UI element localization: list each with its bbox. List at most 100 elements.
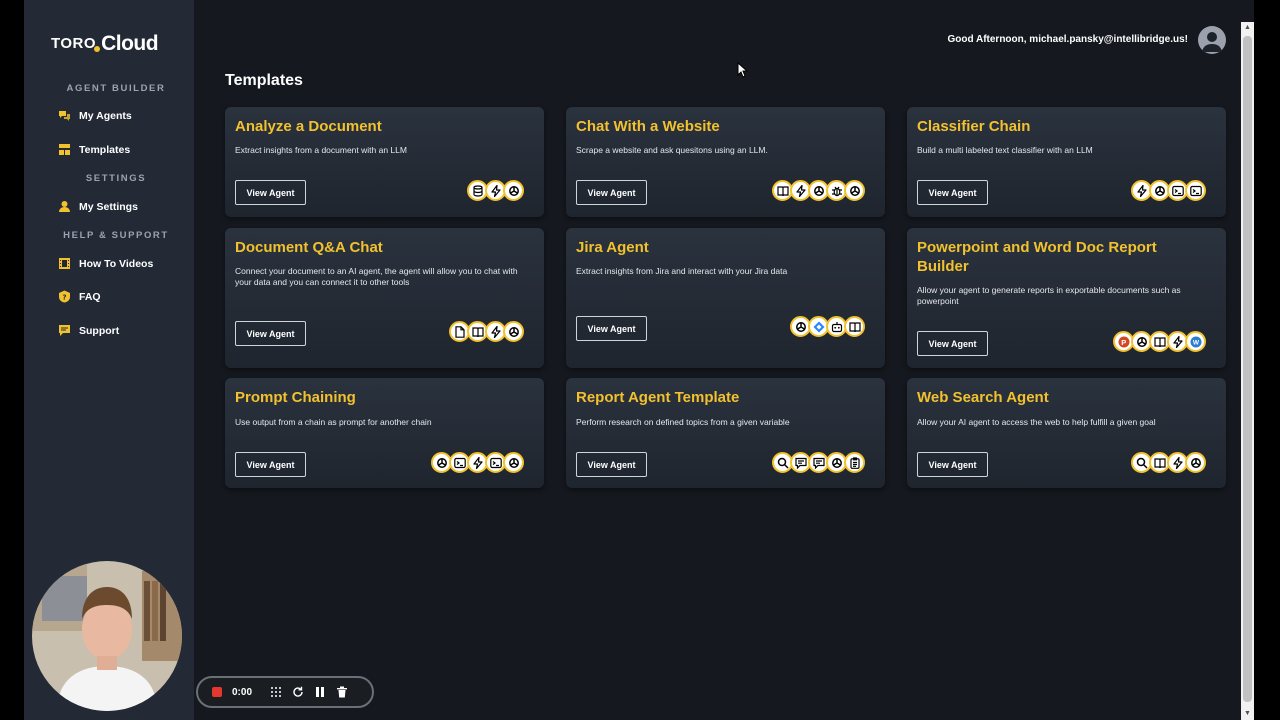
card-title: Web Search Agent bbox=[917, 389, 1049, 406]
sidebar-item-label: My Settings bbox=[79, 200, 138, 213]
card-title: Analyze a Document bbox=[235, 118, 382, 135]
template-card-web-search-agent: Web Search Agent Allow your AI agent to … bbox=[907, 378, 1226, 488]
template-card-jira-agent: Jira Agent Extract insights from Jira an… bbox=[566, 228, 885, 368]
pause-icon[interactable] bbox=[314, 686, 326, 698]
card-title: Jira Agent bbox=[576, 239, 649, 256]
vertical-scrollbar[interactable]: ▲ ▼ bbox=[1241, 22, 1254, 720]
sidebar-item-templates[interactable]: Templates bbox=[58, 143, 130, 156]
openai-icon bbox=[503, 452, 524, 473]
card-integration-icons bbox=[1131, 180, 1206, 201]
openai-icon bbox=[844, 180, 865, 201]
user-avatar[interactable] bbox=[1198, 26, 1226, 54]
template-card-report-agent: Report Agent Template Perform research o… bbox=[566, 378, 885, 488]
template-card-document-qa-chat: Document Q&A Chat Connect your document … bbox=[225, 228, 544, 368]
card-title: Classifier Chain bbox=[917, 118, 1031, 135]
window-edge-left bbox=[0, 0, 24, 720]
section-title-settings: SETTINGS bbox=[85, 173, 147, 184]
template-card-chat-with-website: Chat With a Website Scrape a website and… bbox=[566, 107, 885, 217]
grid-dots-icon[interactable] bbox=[270, 686, 282, 698]
card-description: Allow your agent to generate reports in … bbox=[917, 285, 1181, 306]
card-title: Powerpoint and Word Doc Report Builder bbox=[917, 239, 1157, 275]
svg-text:P: P bbox=[1121, 337, 1126, 346]
card-description: Connect your document to an AI agent, th… bbox=[235, 266, 518, 287]
view-agent-button[interactable]: View Agent bbox=[917, 331, 988, 356]
card-description: Scrape a website and ask quesitons using… bbox=[576, 145, 768, 155]
sidebar-item-label: My Agents bbox=[79, 109, 132, 122]
sidebar-item-my-settings[interactable]: My Settings bbox=[58, 200, 138, 213]
openai-icon bbox=[1185, 452, 1206, 473]
card-description: Build a multi labeled text classifier wi… bbox=[917, 145, 1093, 155]
section-title-agent-builder: AGENT BUILDER bbox=[66, 83, 166, 94]
logo-toro-text: TORO bbox=[51, 35, 97, 52]
sidebar-item-label: Templates bbox=[79, 143, 131, 156]
greeting-text: Good Afternoon, michael.pansky@intellibr… bbox=[947, 34, 1188, 45]
card-description: Perform research on defined topics from … bbox=[576, 417, 790, 427]
sidebar-item-how-to-videos[interactable]: How To Videos bbox=[58, 257, 153, 270]
restart-icon[interactable] bbox=[292, 686, 304, 698]
sidebar-item-support[interactable]: Support bbox=[58, 324, 119, 337]
page-title: Templates bbox=[225, 72, 303, 89]
recording-timer: 0:00 bbox=[232, 686, 253, 698]
terminal-icon bbox=[1185, 180, 1206, 201]
support-chat-icon bbox=[58, 324, 71, 337]
openai-icon bbox=[503, 321, 524, 342]
book-icon bbox=[844, 316, 865, 337]
presenter-video bbox=[32, 561, 182, 711]
webcam-overlay bbox=[32, 561, 182, 711]
view-agent-button[interactable]: View Agent bbox=[576, 452, 647, 477]
sidebar-item-label: Support bbox=[79, 324, 120, 337]
view-agent-button[interactable]: View Agent bbox=[235, 180, 306, 205]
template-card-analyze-document: Analyze a Document Extract insights from… bbox=[225, 107, 544, 217]
card-integration-icons bbox=[431, 452, 524, 473]
view-agent-button[interactable]: View Agent bbox=[917, 180, 988, 205]
card-integration-icons bbox=[449, 321, 524, 342]
word-icon: W bbox=[1185, 331, 1206, 352]
scroll-down-arrow-icon[interactable]: ▼ bbox=[1241, 708, 1254, 720]
mouse-cursor-icon bbox=[737, 62, 749, 78]
trash-icon[interactable] bbox=[336, 686, 348, 698]
question-shield-icon: ? bbox=[58, 290, 71, 303]
scroll-up-arrow-icon[interactable]: ▲ bbox=[1241, 22, 1254, 34]
card-description: Allow your AI agent to access the web to… bbox=[917, 417, 1156, 427]
card-title: Prompt Chaining bbox=[235, 389, 356, 406]
card-description: Use output from a chain as prompt for an… bbox=[235, 417, 432, 427]
card-title: Document Q&A Chat bbox=[235, 239, 383, 256]
template-card-classifier-chain: Classifier Chain Build a multi labeled t… bbox=[907, 107, 1226, 217]
card-integration-icons bbox=[1131, 452, 1206, 473]
person-icon bbox=[1202, 32, 1222, 52]
card-integration-icons bbox=[772, 452, 865, 473]
card-integration-icons: PW bbox=[1113, 331, 1206, 352]
view-agent-button[interactable]: View Agent bbox=[576, 316, 647, 341]
template-card-prompt-chaining: Prompt Chaining Use output from a chain … bbox=[225, 378, 544, 488]
sidebar-item-faq[interactable]: ? FAQ bbox=[58, 290, 101, 303]
toro-cloud-logo[interactable]: TORO Cloud bbox=[51, 30, 159, 56]
scrollbar-thumb[interactable] bbox=[1243, 36, 1252, 702]
openai-icon bbox=[503, 180, 524, 201]
view-agent-button[interactable]: View Agent bbox=[235, 321, 306, 346]
view-agent-button[interactable]: View Agent bbox=[917, 452, 988, 477]
svg-text:W: W bbox=[1192, 339, 1199, 346]
card-title: Report Agent Template bbox=[576, 389, 740, 406]
card-integration-icons bbox=[790, 316, 865, 337]
record-stop-button[interactable] bbox=[212, 687, 222, 697]
card-title: Chat With a Website bbox=[576, 118, 720, 135]
user-icon bbox=[58, 200, 71, 213]
logo-dot bbox=[94, 46, 101, 52]
chat-bubbles-icon bbox=[58, 109, 71, 122]
clipboard-icon bbox=[844, 452, 865, 473]
svg-text:?: ? bbox=[62, 294, 66, 302]
card-description: Extract insights from Jira and interact … bbox=[576, 266, 788, 276]
card-integration-icons bbox=[772, 180, 865, 201]
card-description: Extract insights from a document with an… bbox=[235, 145, 407, 155]
templates-icon bbox=[58, 143, 71, 156]
logo-cloud-text: Cloud bbox=[101, 32, 159, 55]
section-title-help-support: HELP & SUPPORT bbox=[63, 230, 169, 241]
screen-recorder-controls: 0:00 bbox=[196, 676, 374, 708]
sidebar-item-label: FAQ bbox=[79, 290, 101, 303]
sidebar-item-label: How To Videos bbox=[79, 257, 154, 270]
view-agent-button[interactable]: View Agent bbox=[235, 452, 306, 477]
window-edge-right bbox=[1254, 0, 1280, 720]
view-agent-button[interactable]: View Agent bbox=[576, 180, 647, 205]
sidebar-item-my-agents[interactable]: My Agents bbox=[58, 109, 132, 122]
card-integration-icons bbox=[467, 180, 524, 201]
